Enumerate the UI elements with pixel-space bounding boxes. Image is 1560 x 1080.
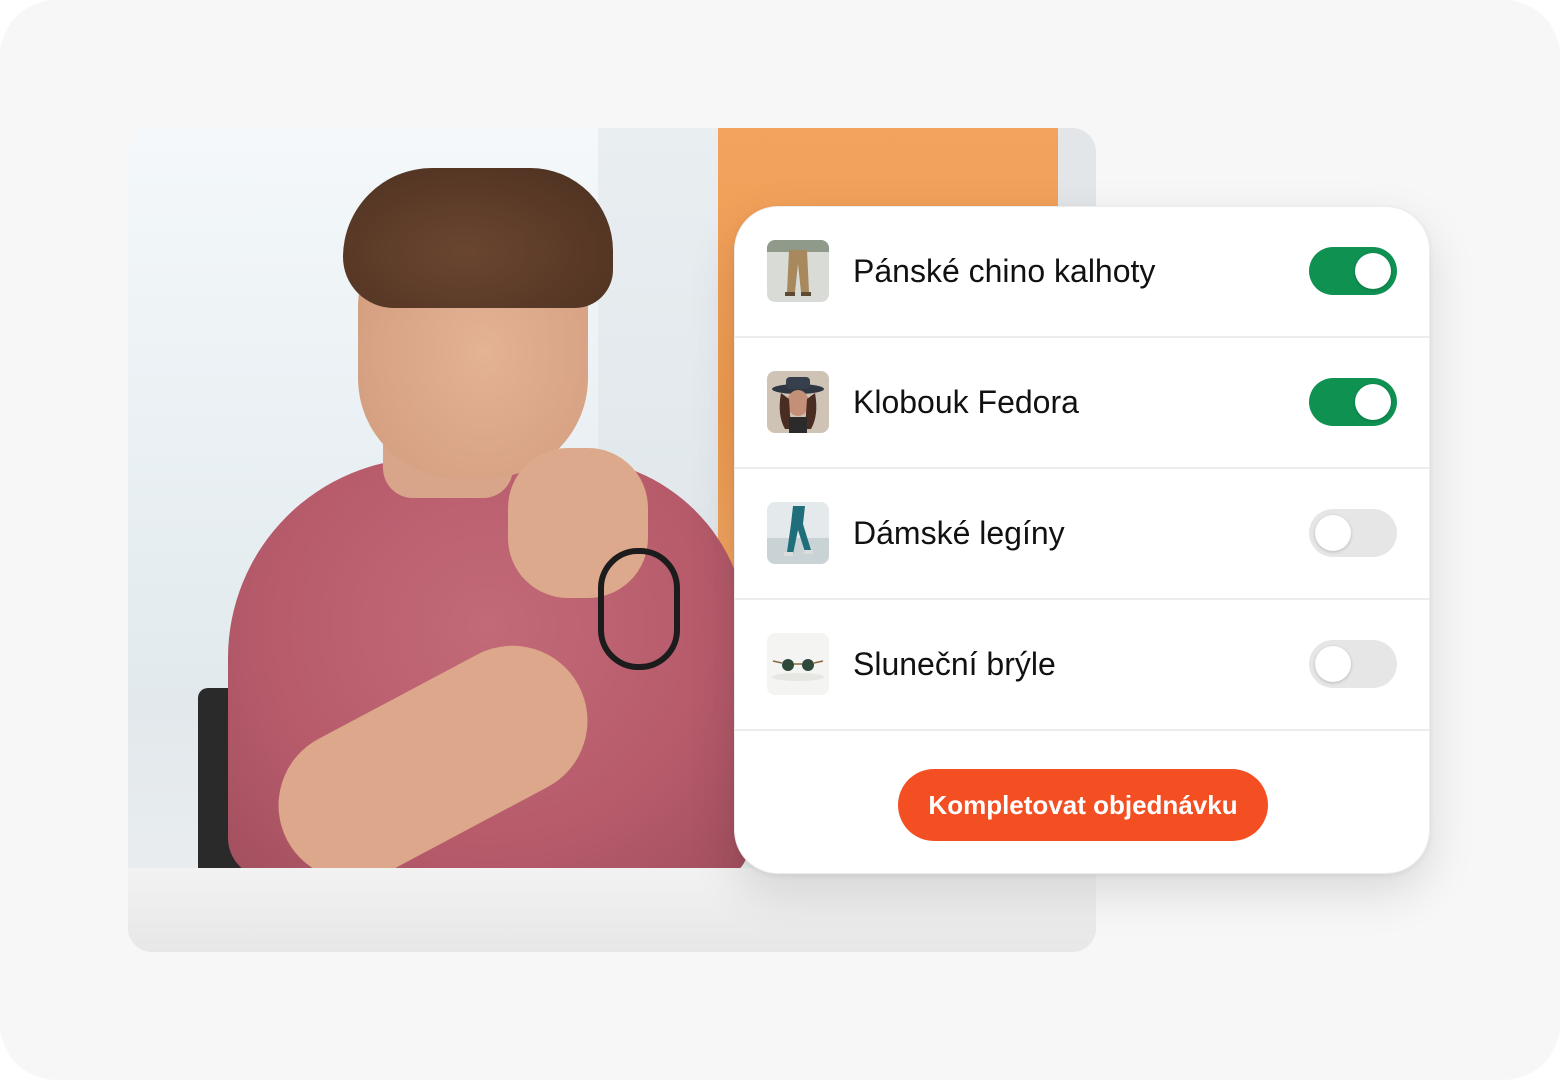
photo-hair bbox=[343, 168, 613, 308]
item-label: Sluneční brýle bbox=[853, 646, 1056, 682]
item-toggle-sunglasses[interactable] bbox=[1309, 640, 1397, 688]
order-item-row: Sluneční brýle bbox=[735, 600, 1429, 731]
item-label: Pánské chino kalhoty bbox=[853, 253, 1156, 289]
order-item-row: Klobouk Fedora bbox=[735, 338, 1429, 469]
toggle-knob bbox=[1315, 646, 1351, 682]
item-label: Dámské legíny bbox=[853, 515, 1065, 551]
photo-glasses bbox=[598, 548, 680, 670]
fedora-hat-thumbnail bbox=[767, 371, 829, 433]
sunglasses-thumbnail bbox=[767, 633, 829, 695]
order-card-footer: Kompletovat objednávku bbox=[735, 733, 1429, 873]
toggle-knob bbox=[1315, 515, 1351, 551]
order-item-row: Dámské legíny bbox=[735, 469, 1429, 600]
item-toggle-leggings[interactable] bbox=[1309, 509, 1397, 557]
item-toggle-fedora-hat[interactable] bbox=[1309, 378, 1397, 426]
complete-order-button[interactable]: Kompletovat objednávku bbox=[898, 769, 1268, 841]
order-item-row: Pánské chino kalhoty bbox=[735, 207, 1429, 338]
toggle-knob bbox=[1355, 384, 1391, 420]
item-label: Klobouk Fedora bbox=[853, 384, 1079, 420]
toggle-knob bbox=[1355, 253, 1391, 289]
order-card: Pánské chino kalhoty Klobouk Fedora Dáms… bbox=[734, 206, 1430, 874]
chino-pants-thumbnail bbox=[767, 240, 829, 302]
leggings-thumbnail bbox=[767, 502, 829, 564]
item-toggle-chino-pants[interactable] bbox=[1309, 247, 1397, 295]
photo-desk bbox=[128, 868, 1096, 952]
page-background: Pánské chino kalhoty Klobouk Fedora Dáms… bbox=[0, 0, 1560, 1080]
